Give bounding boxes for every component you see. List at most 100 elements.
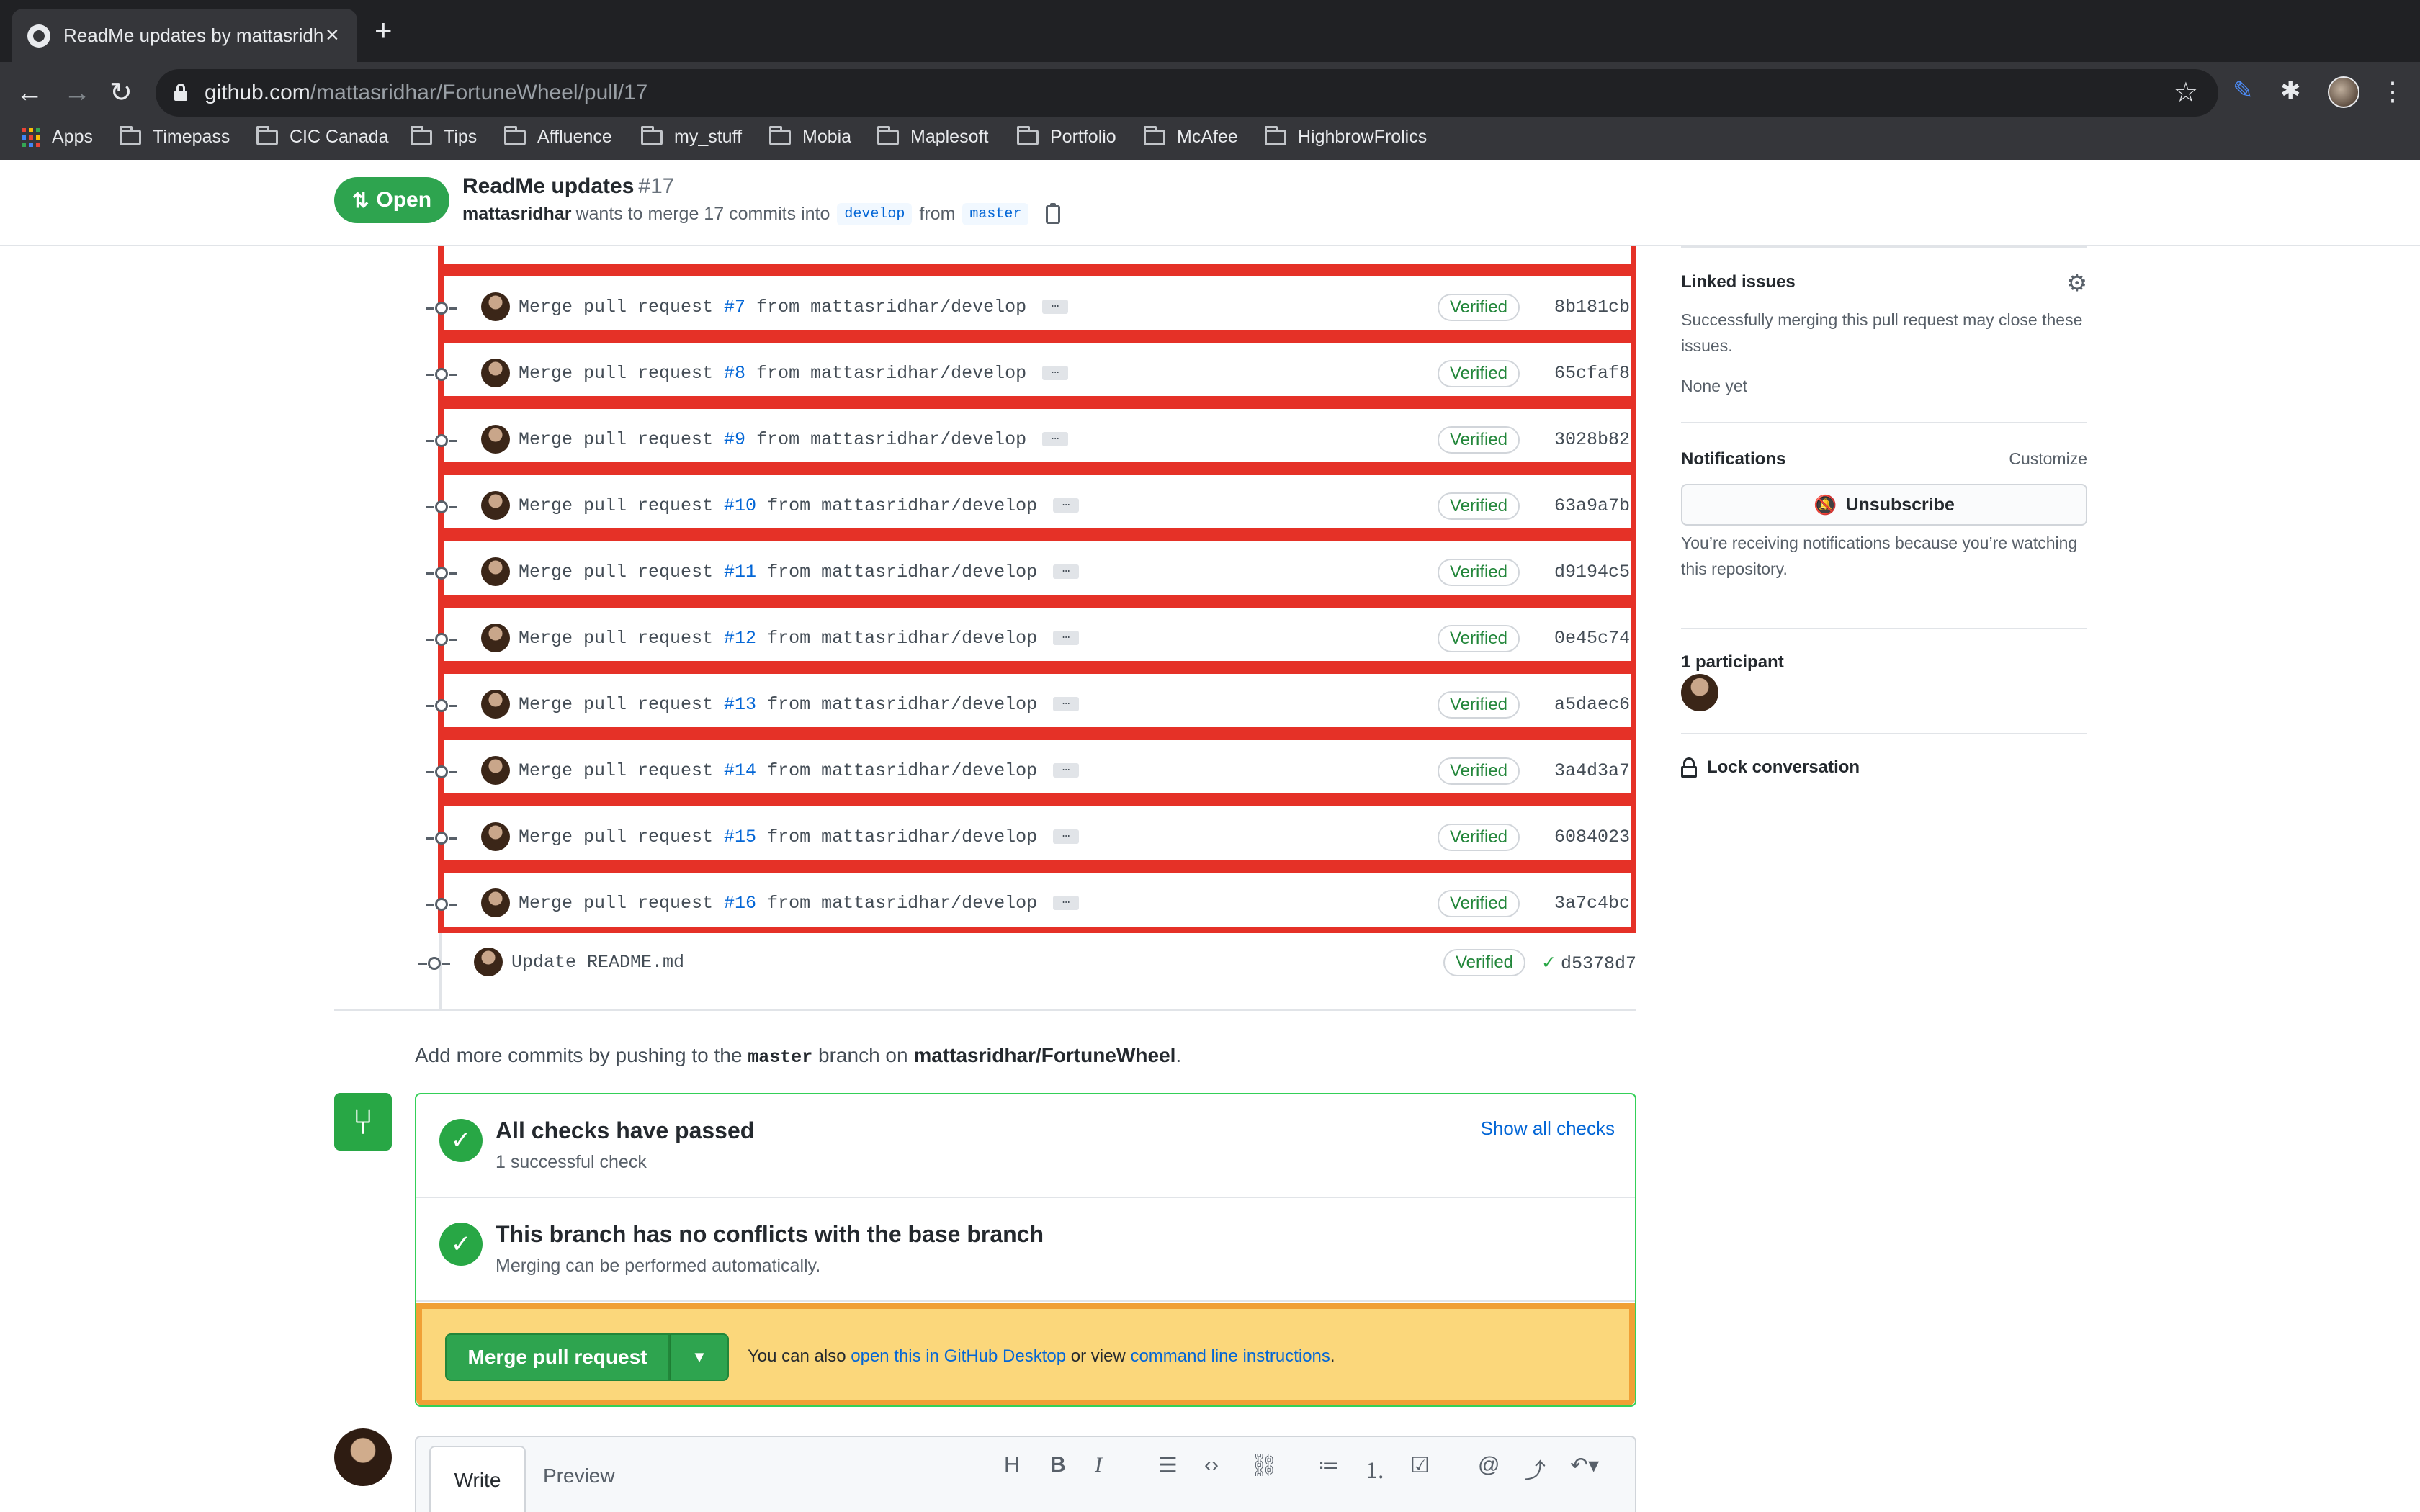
expand-commit-button[interactable]: …	[1053, 894, 1080, 911]
verified-badge[interactable]: Verified	[1438, 492, 1520, 520]
unsubscribe-button[interactable]: 🔕 Unsubscribe	[1681, 484, 2087, 526]
linked-issues-title[interactable]: Linked issues	[1681, 272, 1796, 292]
commit-message[interactable]: Merge pull request #12 from mattasridhar…	[519, 628, 1080, 649]
avatar[interactable]	[1681, 674, 1718, 711]
verified-badge[interactable]: Verified	[1438, 890, 1520, 917]
commit-message[interactable]: Update README.md	[511, 952, 684, 973]
avatar[interactable]	[481, 756, 510, 785]
lock-conversation-button[interactable]: Lock conversation	[1681, 757, 1860, 778]
open-in-desktop-link[interactable]: open this in GitHub Desktop	[851, 1346, 1066, 1366]
expand-commit-button[interactable]: …	[1042, 430, 1069, 447]
commit-sha[interactable]: 8b181cb	[1554, 297, 1630, 318]
commit-sha[interactable]: 63a9a7b	[1554, 495, 1630, 516]
task-list-icon[interactable]: ☑	[1410, 1453, 1430, 1478]
verified-badge[interactable]: Verified	[1438, 360, 1520, 387]
avatar[interactable]	[481, 888, 510, 917]
commit-sha[interactable]: a5daec6	[1554, 694, 1630, 715]
bookmark-folder[interactable]: Mobia	[769, 125, 851, 148]
commit-sha[interactable]: d9194c5	[1554, 562, 1630, 582]
address-bar[interactable]: github.com/mattasridhar/FortuneWheel/pul…	[156, 69, 2218, 117]
cross-reference-icon[interactable]: ⤴	[1524, 1453, 1546, 1485]
avatar[interactable]	[481, 557, 510, 586]
commit-message[interactable]: Merge pull request #13 from mattasridhar…	[519, 694, 1080, 715]
pr-author-link[interactable]: mattasridhar	[462, 204, 571, 225]
verified-badge[interactable]: Verified	[1438, 625, 1520, 652]
customize-link[interactable]: Customize	[2009, 449, 2087, 469]
bookmark-folder[interactable]: HighbrowFrolics	[1265, 125, 1427, 148]
bookmark-folder[interactable]: CIC Canada	[256, 125, 389, 148]
expand-commit-button[interactable]: …	[1042, 297, 1069, 315]
commit-message[interactable]: Merge pull request #9 from mattasridhar/…	[519, 429, 1069, 450]
command-line-instructions-link[interactable]: command line instructions	[1130, 1346, 1330, 1366]
bulleted-list-icon[interactable]: ≔	[1318, 1453, 1340, 1478]
commit-sha[interactable]: 3a4d3a7	[1554, 760, 1630, 781]
expand-commit-button[interactable]: …	[1053, 629, 1080, 646]
avatar[interactable]	[481, 425, 510, 454]
numbered-list-icon[interactable]: ⒈	[1364, 1453, 1386, 1485]
bookmark-folder[interactable]: my_stuff	[641, 125, 742, 148]
bookmark-star-icon[interactable]: ☆	[2174, 76, 2198, 109]
head-branch-label[interactable]: master	[962, 203, 1029, 225]
verified-badge[interactable]: Verified	[1438, 824, 1520, 851]
commit-sha[interactable]: 65cfaf8	[1554, 363, 1630, 384]
commit-message[interactable]: Merge pull request #7 from mattasridhar/…	[519, 297, 1069, 318]
merge-pull-request-button[interactable]: Merge pull request	[445, 1333, 670, 1381]
pen-extension-icon[interactable]: ✎	[2233, 76, 2264, 108]
copy-clipboard-icon[interactable]	[1046, 202, 1061, 224]
avatar[interactable]	[481, 822, 510, 851]
avatar[interactable]	[474, 948, 503, 976]
commit-message[interactable]: Merge pull request #8 from mattasridhar/…	[519, 363, 1069, 384]
expand-commit-button[interactable]: …	[1053, 827, 1080, 845]
browser-menu-icon[interactable]: ⋮	[2377, 76, 2408, 108]
bold-icon[interactable]: B	[1050, 1453, 1066, 1477]
merge-options-dropdown[interactable]: ▼	[670, 1333, 729, 1381]
bookmark-apps[interactable]: Apps	[22, 127, 93, 148]
bookmark-folder[interactable]: McAfee	[1144, 125, 1238, 148]
commit-message[interactable]: Merge pull request #15 from mattasridhar…	[519, 827, 1080, 847]
show-all-checks-link[interactable]: Show all checks	[1481, 1117, 1615, 1140]
expand-commit-button[interactable]: …	[1053, 695, 1080, 712]
base-branch-label[interactable]: develop	[837, 203, 913, 225]
new-tab-icon[interactable]: +	[375, 15, 393, 45]
bookmark-folder[interactable]: Portfolio	[1017, 125, 1116, 148]
verified-badge[interactable]: Verified	[1438, 559, 1520, 586]
commit-sha[interactable]: 3a7c4bc	[1554, 893, 1630, 914]
commit-sha[interactable]: 0e45c74	[1554, 628, 1630, 649]
verified-badge[interactable]: Verified	[1438, 691, 1520, 719]
commit-message[interactable]: Merge pull request #16 from mattasridhar…	[519, 893, 1080, 914]
verified-badge[interactable]: Verified	[1443, 949, 1525, 976]
avatar[interactable]	[481, 690, 510, 719]
commit-sha[interactable]: 6084023	[1554, 827, 1630, 847]
bookmark-folder[interactable]: Maplesoft	[877, 125, 988, 148]
heading-icon[interactable]: H	[1004, 1453, 1020, 1477]
code-icon[interactable]: ‹›	[1204, 1453, 1219, 1477]
gear-icon[interactable]: ⚙	[2066, 269, 2087, 297]
browser-tab[interactable]: ReadMe updates by mattasridhar ×	[12, 9, 357, 62]
back-arrow-icon[interactable]: ←	[16, 75, 43, 111]
tab-write[interactable]: Write	[429, 1446, 526, 1512]
bookmark-folder[interactable]: Affluence	[504, 125, 612, 148]
avatar[interactable]	[481, 491, 510, 520]
commit-sha[interactable]: ✓ d5378d7	[1541, 952, 1636, 974]
verified-badge[interactable]: Verified	[1438, 426, 1520, 454]
avatar[interactable]	[334, 1428, 392, 1486]
verified-badge[interactable]: Verified	[1438, 757, 1520, 785]
mention-icon[interactable]: @	[1478, 1453, 1500, 1477]
avatar[interactable]	[481, 292, 510, 321]
saved-replies-icon[interactable]: ↶▾	[1570, 1453, 1599, 1478]
link-icon[interactable]: ⛓	[1250, 1453, 1278, 1478]
expand-commit-button[interactable]: …	[1042, 364, 1069, 381]
verified-badge[interactable]: Verified	[1438, 294, 1520, 321]
quote-icon[interactable]: ☰	[1158, 1453, 1178, 1478]
reload-icon[interactable]: ↻	[109, 75, 133, 111]
commit-sha[interactable]: 3028b82	[1554, 429, 1630, 450]
tab-preview[interactable]: Preview	[543, 1464, 615, 1488]
expand-commit-button[interactable]: …	[1053, 761, 1080, 778]
bookmark-folder[interactable]: Timepass	[120, 125, 230, 148]
commit-message[interactable]: Merge pull request #14 from mattasridhar…	[519, 760, 1080, 781]
forward-arrow-icon[interactable]: →	[63, 75, 91, 111]
bookmark-folder[interactable]: Tips	[411, 125, 477, 148]
avatar[interactable]	[481, 624, 510, 652]
extensions-puzzle-icon[interactable]: ✱	[2280, 76, 2312, 108]
commit-message[interactable]: Merge pull request #10 from mattasridhar…	[519, 495, 1080, 516]
